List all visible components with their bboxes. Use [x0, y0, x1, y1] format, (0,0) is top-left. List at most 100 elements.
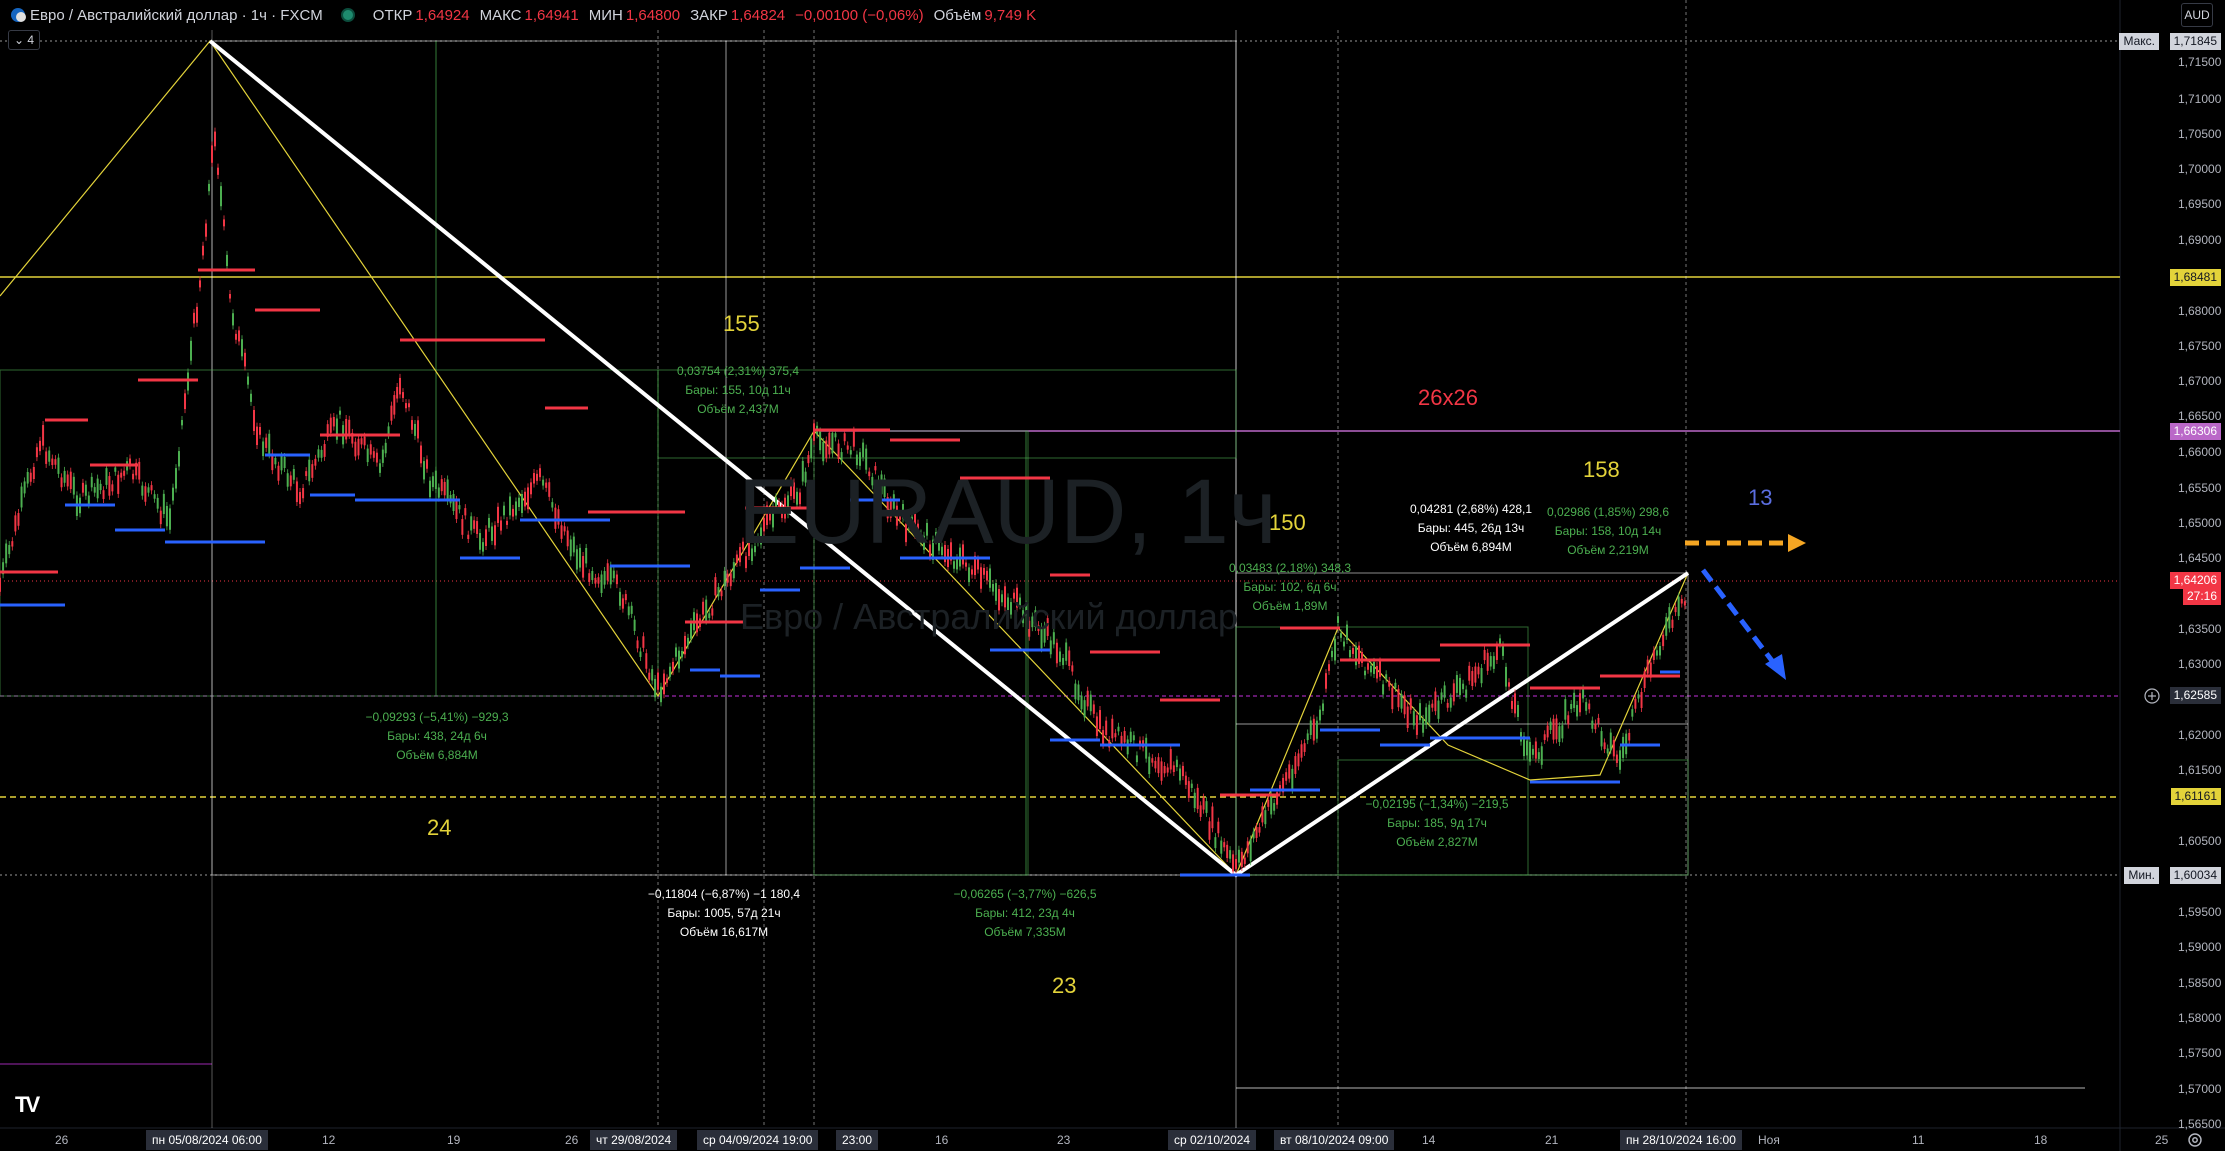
candle-body [1352, 648, 1354, 654]
candle-body [181, 420, 183, 426]
market-status-dot[interactable] [340, 8, 355, 22]
currency-button[interactable]: AUD [2181, 3, 2213, 27]
candle-body [414, 423, 416, 436]
candle-body [1492, 656, 1495, 669]
label-23: 23 [1052, 973, 1077, 998]
measure-annotation: −0,11804 (−6,87%) −1 180,4 Бары: 1005, 57… [647, 887, 801, 939]
candle-body [420, 445, 422, 464]
candle-body [1495, 645, 1498, 660]
candle-body [633, 619, 636, 631]
candle-body [1394, 682, 1397, 688]
candle-body [612, 570, 615, 579]
candle-body [211, 145, 213, 163]
candle-body [533, 473, 535, 484]
candle-body [117, 474, 120, 494]
candle-body [339, 410, 341, 415]
tradingview-logo[interactable]: TV [15, 1092, 40, 1118]
candle-body [417, 420, 419, 439]
candle-body [509, 496, 511, 516]
trading-chart-app: EURAUD, 1ч Евро / Австралийский доллар Е… [0, 0, 2225, 1151]
measure-annotation: 0,04281 (2,68%) 428,1 Бары: 445, 26д 13ч О… [1409, 502, 1533, 554]
measure-annotation: −0,09293 (−5,41%) −929,3 Бары: 438, 24д 6… [365, 710, 509, 762]
candle-body [455, 499, 458, 520]
candle-body [536, 473, 538, 481]
candle-body [1145, 737, 1148, 759]
price-tick: 1,63000 [2178, 657, 2222, 671]
indicators-toggle-button[interactable]: ⌄ 4 [8, 30, 41, 50]
candle-body [822, 441, 825, 462]
candle-body [1315, 720, 1318, 739]
candle-body [1391, 687, 1394, 710]
symbol-title[interactable]: Евро / Австралийский доллар · 1ч · FXCM [30, 7, 323, 24]
candle-body [241, 339, 243, 357]
candle-body [1531, 748, 1534, 755]
candle-body [849, 450, 852, 455]
chart-canvas[interactable] [0, 0, 2225, 1151]
time-highlight-5: ср 02/10/2024 [1168, 1130, 1257, 1150]
candle-body [609, 565, 612, 585]
candle-body [1179, 768, 1181, 781]
time-highlight-1: пн 05/08/2024 06:00 [146, 1130, 268, 1150]
candle-body [654, 678, 657, 698]
candle-body [1291, 768, 1294, 790]
candle-body [1502, 645, 1504, 656]
candle-body [393, 395, 396, 415]
time-highlight-2: чт 29/08/2024 [590, 1130, 678, 1150]
candle-body [402, 392, 404, 398]
candle-body [500, 520, 502, 531]
candle-body [1452, 683, 1455, 702]
candle-body [1129, 731, 1132, 742]
candle-body [476, 521, 479, 534]
candle-body [1619, 750, 1621, 770]
price-tick: 1,65000 [2178, 516, 2222, 530]
candle-body [102, 490, 105, 499]
candle-body [153, 494, 156, 499]
candle-body [1105, 720, 1108, 735]
candle-body [582, 556, 585, 578]
candle-body [548, 482, 551, 497]
candle-body [1570, 703, 1573, 710]
candle-body [619, 591, 621, 606]
candle-body [711, 608, 714, 616]
candle-body [678, 650, 680, 669]
candle-body [63, 470, 66, 483]
candle-body [482, 542, 484, 552]
candle-body [1202, 797, 1205, 810]
candle-body [1606, 748, 1609, 754]
candle-body [1567, 715, 1570, 725]
candle-body [431, 476, 434, 488]
price-tick: 1,61500 [2178, 763, 2222, 777]
candle-body [123, 470, 126, 476]
candle-body [1382, 684, 1385, 695]
candle-body [1211, 806, 1214, 829]
candle-body [51, 458, 54, 466]
candle-body [1235, 858, 1237, 869]
candle-body [681, 651, 683, 658]
candle-body [1267, 799, 1270, 807]
candle-body [1111, 718, 1114, 739]
time-tick: 11 [1912, 1133, 1925, 1147]
candle-body [726, 573, 729, 583]
candle-body [597, 577, 600, 584]
candle-body [591, 571, 594, 581]
blue-forecast-arrow [1701, 568, 1778, 668]
candle-body [968, 567, 970, 583]
candle-body [292, 469, 295, 480]
candle-body [810, 438, 813, 459]
time-tick: Ноя [1758, 1133, 1780, 1147]
candle-body [1258, 827, 1261, 833]
gear-icon[interactable] [2186, 1131, 2204, 1149]
candle-body [1668, 607, 1671, 629]
candle-body [1343, 641, 1345, 647]
candle-body [1428, 704, 1431, 723]
candle-body [1561, 725, 1564, 739]
candle-body [1582, 688, 1585, 699]
open-label: ОТКР [372, 6, 413, 24]
price-tick: 1,59500 [2178, 905, 2222, 919]
candle-body [603, 571, 606, 585]
candle-body [11, 541, 14, 547]
candle-body [437, 487, 440, 498]
candle-body [1400, 694, 1403, 709]
price-tick: 1,67500 [2178, 339, 2222, 353]
candle-body [1643, 671, 1646, 689]
